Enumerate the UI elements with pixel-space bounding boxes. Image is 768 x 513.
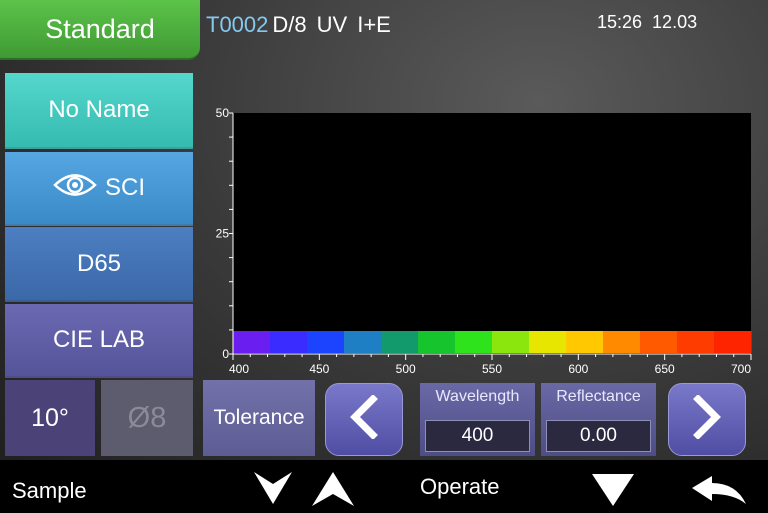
- spectrum-band-segment: [307, 331, 345, 353]
- date-label: 12.03: [652, 12, 698, 32]
- y-tick-label: 50: [216, 106, 230, 120]
- x-tick-label: 500: [396, 362, 416, 376]
- wavelength-label: Wavelength: [435, 388, 520, 405]
- color-space-label: CIE LAB: [52, 326, 146, 353]
- tab-standard[interactable]: Standard: [0, 0, 200, 60]
- reflectance-label: Reflectance: [556, 388, 641, 405]
- spectrum-band-segment: [566, 331, 604, 353]
- spectrum-band-segment: [714, 331, 752, 353]
- clock: 15:26 12.03: [597, 12, 707, 33]
- y-tick-label: 0: [222, 347, 229, 361]
- spectrum-band-segment: [677, 331, 715, 353]
- tolerance-button[interactable]: Tolerance: [203, 380, 315, 456]
- previous-wavelength-button[interactable]: [325, 383, 403, 456]
- wavelength-value: 400: [425, 420, 530, 452]
- measurement-status: T0002 D/8 UV I+E: [206, 12, 401, 38]
- illuminant-button[interactable]: D65: [5, 227, 193, 302]
- reflectance-readout: Reflectance 0.00: [541, 383, 656, 456]
- spectrum-band-segment: [381, 331, 419, 353]
- sample-name-button[interactable]: No Name: [5, 73, 193, 149]
- arrow-down-icon[interactable]: [590, 472, 636, 513]
- aperture-label: Ø8: [127, 401, 167, 434]
- reflectance-value: 0.00: [546, 420, 651, 452]
- spectrum-band-segment: [344, 331, 382, 353]
- uv-label: UV: [316, 12, 348, 37]
- observer-angle-button[interactable]: 10°: [5, 380, 95, 456]
- spectrum-band-segment: [270, 331, 308, 353]
- plot-area: [233, 113, 751, 354]
- x-tick-label: 550: [482, 362, 502, 376]
- specular-mode-label: I+E: [357, 12, 391, 37]
- time-label: 15:26: [597, 12, 643, 32]
- x-tick-label: 450: [309, 362, 329, 376]
- next-wavelength-button[interactable]: [668, 383, 746, 456]
- spectrum-band-segment: [603, 331, 641, 353]
- sci-button[interactable]: SCI: [5, 152, 193, 226]
- x-tick-label: 650: [655, 362, 675, 376]
- aperture-button[interactable]: Ø8: [101, 380, 193, 456]
- task-id: T0002: [206, 12, 269, 37]
- spectrum-band-segment: [529, 331, 567, 353]
- operate-softkey[interactable]: Operate: [420, 474, 500, 500]
- spectrum-band-segment: [492, 331, 530, 353]
- eye-icon: [53, 172, 97, 205]
- spectrum-band-segment: [418, 331, 456, 353]
- spectrum-band-segment: [640, 331, 678, 353]
- chevron-left-icon: [347, 394, 381, 444]
- x-tick-label: 700: [731, 362, 751, 376]
- sci-label: SCI: [104, 174, 145, 201]
- spectrum-band-segment: [233, 331, 271, 353]
- chevron-right-icon: [690, 394, 724, 444]
- geometry-label: D/8: [272, 12, 307, 37]
- y-tick-label: 25: [216, 227, 230, 241]
- spectrum-band-segment: [455, 331, 493, 353]
- illuminant-label: D65: [76, 249, 122, 277]
- arrow-down-icon[interactable]: [252, 470, 294, 511]
- arrow-up-icon[interactable]: [310, 470, 356, 513]
- back-icon[interactable]: [690, 474, 748, 511]
- x-tick-label: 400: [229, 362, 249, 376]
- reflectance-chart: 0 25 50 400 450 500 550 600 650 700: [203, 98, 763, 382]
- sample-name-label: No Name: [48, 96, 150, 123]
- observer-angle-label: 10°: [31, 403, 69, 432]
- reflectance-chart-svg: 0 25 50 400 450 500 550 600 650 700: [216, 106, 752, 376]
- sample-softkey[interactable]: Sample: [12, 478, 87, 504]
- x-tick-label: 600: [568, 362, 588, 376]
- tolerance-label: Tolerance: [213, 406, 305, 429]
- bottom-bar: [0, 460, 768, 513]
- wavelength-readout: Wavelength 400: [420, 383, 535, 456]
- color-space-button[interactable]: CIE LAB: [5, 304, 193, 378]
